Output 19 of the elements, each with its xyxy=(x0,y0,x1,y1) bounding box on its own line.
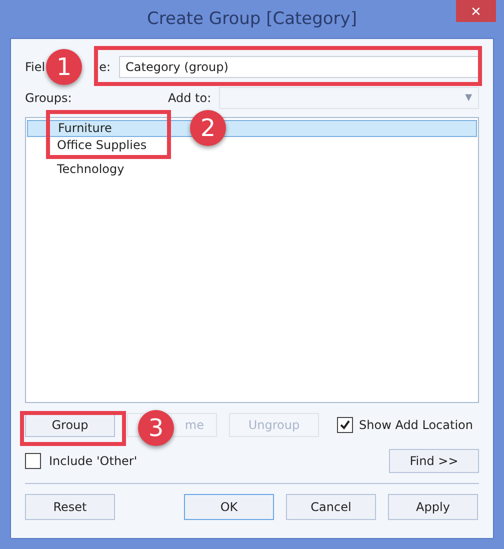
close-button[interactable]: ✕ xyxy=(456,0,496,22)
field-label: e: xyxy=(99,60,111,74)
checkbox[interactable] xyxy=(337,417,353,433)
footer-button[interactable]: Reset xyxy=(25,494,115,520)
checkbox-label: Include 'Other' xyxy=(49,454,138,468)
field-label: Fiel xyxy=(25,60,46,74)
window-title: Create Group [Category] xyxy=(147,9,357,29)
check-icon xyxy=(340,420,350,430)
footer-button[interactable]: Cancel xyxy=(286,494,376,520)
checkbox-label: Show Add Location xyxy=(359,418,473,432)
footer-button[interactable]: Apply xyxy=(388,494,478,520)
groups-label: Groups: xyxy=(25,91,73,105)
group-item[interactable]: Technology xyxy=(27,161,477,178)
find-button[interactable]: Find >> xyxy=(389,449,479,473)
action-button[interactable]: Group xyxy=(25,413,115,437)
field-name-input[interactable]: Category (group) xyxy=(118,56,479,78)
footer-button[interactable]: OK xyxy=(184,494,274,520)
checkbox[interactable] xyxy=(25,453,41,469)
add-to-label: Add to: xyxy=(168,91,212,105)
